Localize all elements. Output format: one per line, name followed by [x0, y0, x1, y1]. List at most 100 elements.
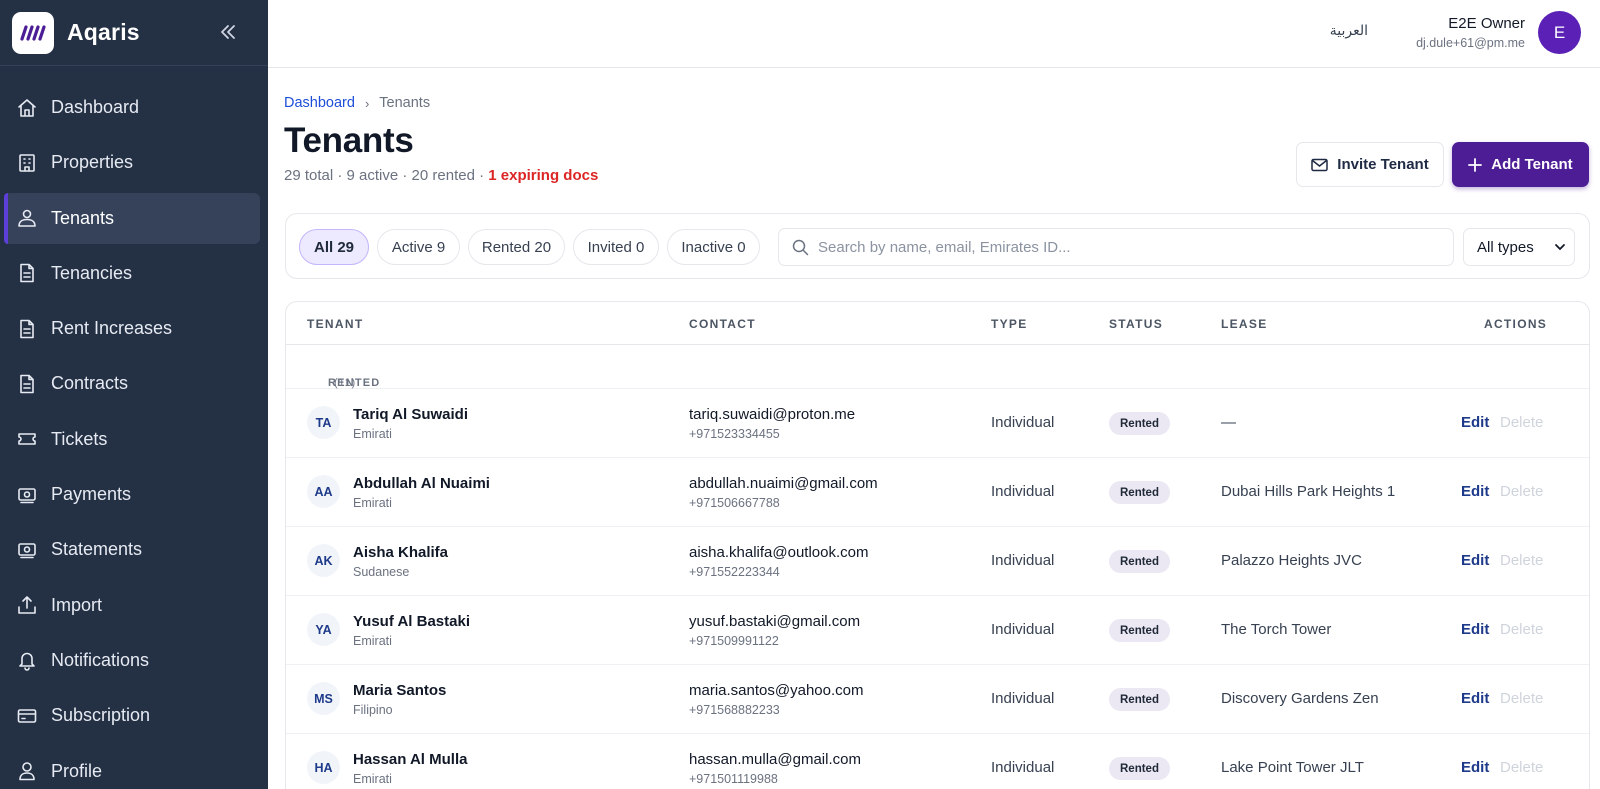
sidebar-item-properties[interactable]: Properties: [4, 137, 260, 188]
tenant-lease: Discovery Gardens Zen: [1221, 690, 1379, 707]
tenant-initials-avatar: AA: [307, 475, 340, 508]
status-badge: Rented: [1109, 481, 1170, 504]
sidebar-item-import[interactable]: Import: [4, 580, 260, 631]
filter-pill-invited[interactable]: Invited 0: [573, 229, 659, 265]
delete-button[interactable]: Delete: [1500, 414, 1543, 431]
table-row[interactable]: YA Yusuf Al Bastaki Emirati yusuf.bastaki@g…: [286, 596, 1589, 665]
expiring-docs-warning[interactable]: 1 expiring docs: [488, 167, 598, 184]
collapse-sidebar-button[interactable]: [216, 20, 240, 44]
plus-icon: [1468, 157, 1483, 172]
status-badge: Rented: [1109, 550, 1170, 573]
filter-pill-label: All 29: [313, 238, 355, 256]
main-content: Dashboard › Tenants Tenants 29 total · 9…: [268, 68, 1600, 789]
edit-button[interactable]: Edit: [1461, 483, 1489, 500]
table-row[interactable]: HA Hassan Al Mulla Emirati hassan.mulla@gma…: [286, 734, 1589, 789]
tenant-name[interactable]: Aisha Khalifa: [353, 544, 448, 561]
breadcrumb-dashboard-link[interactable]: Dashboard: [284, 95, 355, 111]
credit-card-icon: [16, 705, 38, 727]
search-icon: [792, 239, 809, 255]
table-row[interactable]: AK Aisha Khalifa Sudanese aisha.khalifa@out…: [286, 527, 1589, 596]
tenant-nationality: Sudanese: [353, 565, 410, 579]
tenant-initials-avatar: MS: [307, 682, 340, 715]
tenant-name[interactable]: Tariq Al Suwaidi: [353, 406, 468, 423]
sidebar-item-payments[interactable]: Payments: [4, 469, 260, 520]
table-row[interactable]: AA Abdullah Al Nuaimi Emirati abdullah.nuai…: [286, 458, 1589, 527]
filter-pill-inactive[interactable]: Inactive 0: [667, 229, 760, 265]
avatar[interactable]: E: [1538, 11, 1581, 54]
sidebar-item-label: Subscription: [51, 705, 151, 726]
status-badge: Rented: [1109, 412, 1170, 435]
delete-button[interactable]: Delete: [1500, 483, 1543, 500]
tenant-email: abdullah.nuaimi@gmail.com: [689, 475, 878, 492]
group-header-rented: RENTED (11): [286, 345, 1589, 389]
filter-pill-all[interactable]: All 29: [299, 229, 369, 265]
tenant-name[interactable]: Abdullah Al Nuaimi: [353, 475, 490, 492]
search-input[interactable]: [818, 238, 1418, 256]
edit-button[interactable]: Edit: [1461, 414, 1489, 431]
column-header-contact: CONTACT: [689, 317, 756, 331]
filter-pill-active[interactable]: Active 9: [377, 229, 460, 265]
sidebar-item-dashboard[interactable]: Dashboard: [4, 82, 260, 133]
invite-tenant-button[interactable]: Invite Tenant: [1296, 142, 1444, 187]
column-header-status: STATUS: [1109, 317, 1164, 331]
sidebar-item-rent-increases[interactable]: Rent Increases: [4, 303, 260, 354]
breadcrumb: Dashboard › Tenants: [284, 95, 430, 111]
tenant-nationality: Emirati: [353, 496, 392, 510]
tenant-type: Individual: [991, 690, 1055, 707]
status-badge: Rented: [1109, 688, 1170, 711]
table-body: TA Tariq Al Suwaidi Emirati tariq.suwaidi@p…: [286, 389, 1589, 789]
filter-pill-label: Invited 0: [587, 238, 645, 256]
mail-icon: [1311, 158, 1329, 171]
invite-tenant-label: Invite Tenant: [1337, 156, 1429, 173]
page-summary: 29 total · 9 active · 20 rented · 1 expi…: [284, 167, 598, 184]
table-row[interactable]: MS Maria Santos Filipino maria.santos@yahoo…: [286, 665, 1589, 734]
document-icon: [16, 373, 38, 395]
delete-button[interactable]: Delete: [1500, 690, 1543, 707]
tenant-name[interactable]: Hassan Al Mulla: [353, 751, 467, 768]
edit-button[interactable]: Edit: [1461, 690, 1489, 707]
edit-button[interactable]: Edit: [1461, 621, 1489, 638]
tenant-type: Individual: [991, 414, 1055, 431]
tenant-initials-avatar: YA: [307, 613, 340, 646]
tenant-email: yusuf.bastaki@gmail.com: [689, 613, 861, 630]
filter-pill-rented[interactable]: Rented 20: [468, 229, 565, 265]
sidebar-item-label: Contracts: [51, 373, 129, 394]
sidebar-item-notifications[interactable]: Notifications: [4, 635, 260, 686]
home-icon: [16, 97, 38, 119]
edit-button[interactable]: Edit: [1461, 759, 1489, 776]
add-tenant-button[interactable]: Add Tenant: [1452, 142, 1589, 187]
ticket-icon: [16, 428, 38, 450]
delete-button[interactable]: Delete: [1500, 621, 1543, 638]
tenant-lease: Dubai Hills Park Heights 1: [1221, 483, 1396, 500]
table-row[interactable]: TA Tariq Al Suwaidi Emirati tariq.suwaidi@p…: [286, 389, 1589, 458]
tenant-email: hassan.mulla@gmail.com: [689, 751, 861, 768]
group-count: (11): [334, 377, 356, 389]
app-logo[interactable]: [12, 11, 54, 54]
sidebar-item-subscription[interactable]: Subscription: [4, 690, 260, 741]
sidebar-item-label: Profile: [51, 760, 103, 781]
sidebar-item-label: Tenancies: [51, 262, 133, 283]
delete-button[interactable]: Delete: [1500, 759, 1543, 776]
sidebar-item-tenancies[interactable]: Tenancies: [4, 248, 260, 299]
sidebar-item-statements[interactable]: Statements: [4, 524, 260, 575]
building-icon: [16, 152, 38, 174]
sidebar-item-tickets[interactable]: Tickets: [4, 414, 260, 465]
summary-counts: 29 total · 9 active · 20 rented ·: [284, 167, 489, 184]
tenant-name[interactable]: Maria Santos: [353, 682, 446, 699]
type-select[interactable]: All types: [1463, 228, 1575, 266]
sidebar-item-label: Rent Increases: [51, 318, 173, 339]
sidebar: Aqaris Dashboard Properties Tenants Tenanci…: [0, 0, 268, 789]
delete-button[interactable]: Delete: [1500, 552, 1543, 569]
cash-icon: [16, 484, 38, 506]
app-name: Aqaris: [67, 19, 140, 45]
filter-pill-label: Inactive 0: [681, 238, 746, 256]
edit-button[interactable]: Edit: [1461, 552, 1489, 569]
tenant-name[interactable]: Yusuf Al Bastaki: [353, 613, 470, 630]
sidebar-item-profile[interactable]: Profile: [4, 746, 260, 789]
tenant-type: Individual: [991, 483, 1055, 500]
tenant-type: Individual: [991, 552, 1055, 569]
user-email: dj.dule+61@pm.me: [1416, 36, 1525, 50]
sidebar-item-tenants[interactable]: Tenants: [4, 192, 260, 244]
sidebar-item-contracts[interactable]: Contracts: [4, 358, 260, 409]
language-switch[interactable]: العربية: [1330, 23, 1368, 39]
